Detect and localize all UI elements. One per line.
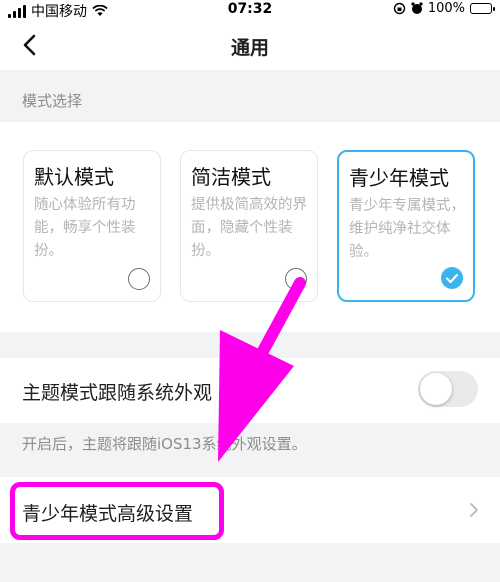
battery-icon [470,3,495,14]
mode-card-simple[interactable]: 简洁模式 提供极简高效的界面，隐藏个性装扮。 [180,150,318,302]
mode-description: 青少年专属模式，维护纯净社交体验。 [349,198,465,260]
page-title: 通用 [230,37,269,59]
mode-card-teen[interactable]: 青少年模式 青少年专属模式，维护纯净社交体验。 [337,150,475,302]
mode-description: 提供极简高效的界面，隐藏个性装扮。 [191,197,307,259]
alarm-icon [411,2,423,14]
chevron-right-icon [470,503,478,517]
mode-title: 青少年模式 [349,166,449,190]
theme-follow-toggle[interactable] [418,371,478,407]
mode-title: 默认模式 [34,165,114,189]
battery-percent: 100% [427,1,465,16]
status-bar: 中国移动 07:32 100% [0,0,500,20]
theme-follow-row: 主题模式跟随系统外观 [0,358,500,423]
mode-title: 简洁模式 [191,165,271,189]
theme-follow-label: 主题模式跟随系统外观 [22,382,213,404]
teen-advanced-settings-label: 青少年模式高级设置 [22,503,194,525]
teen-advanced-settings-row[interactable]: 青少年模式高级设置 [0,477,500,543]
checkmark-icon[interactable] [441,267,463,289]
mode-card-default[interactable]: 默认模式 随心体验所有功能，畅享个性装扮。 [23,150,161,302]
radio-unchecked-icon[interactable] [128,268,150,290]
orientation-lock-icon [393,2,406,15]
theme-follow-hint: 开启后，主题将跟随iOS13系统外观设置。 [22,435,307,453]
mode-section-header: 模式选择 [22,92,83,110]
nav-bar: 通用 [0,20,500,70]
radio-unchecked-icon[interactable] [285,268,307,290]
toggle-knob [420,373,452,405]
mode-selection-panel: 默认模式 随心体验所有功能，畅享个性装扮。 简洁模式 提供极简高效的界面，隐藏个… [0,122,500,332]
status-right: 100% [393,1,495,16]
mode-description: 随心体验所有功能，畅享个性装扮。 [34,197,136,259]
